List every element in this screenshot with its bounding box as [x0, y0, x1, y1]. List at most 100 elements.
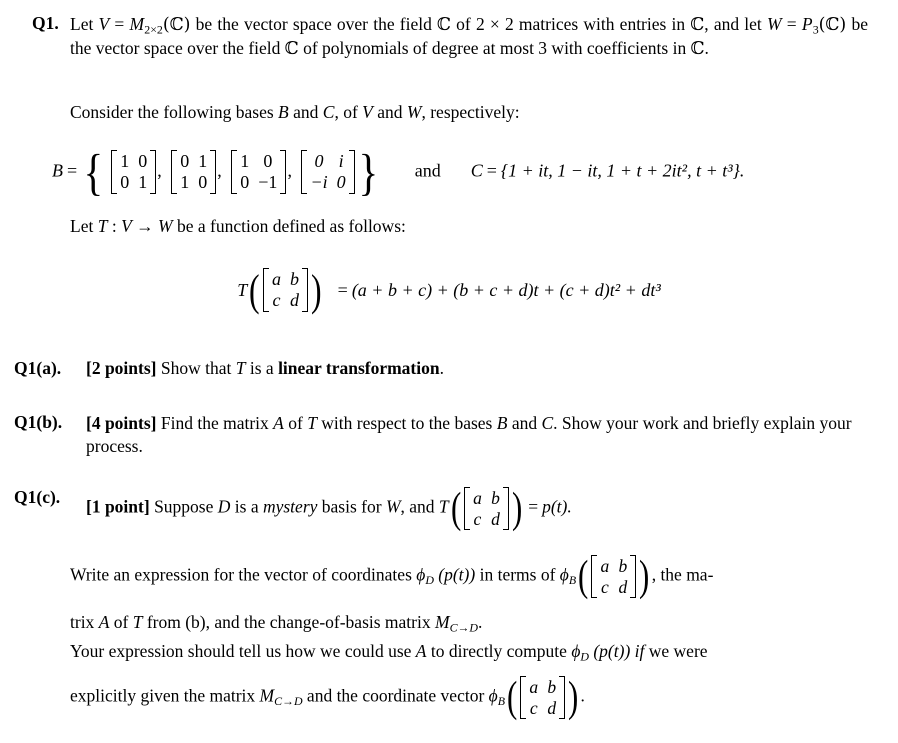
matrix-cell: 1	[240, 151, 250, 171]
transformation-input-matrix: abcd	[262, 268, 308, 313]
qc-p4-matrix: abcd	[520, 676, 566, 720]
arrow-icon: →	[131, 216, 159, 236]
symbol-complex-1: ℂ	[437, 15, 451, 35]
basis-matrix-swap: 0110	[171, 150, 217, 195]
matrix-cell: −1	[258, 172, 278, 193]
symbol-W-2: W	[406, 102, 422, 122]
basis-B-equals: =	[67, 160, 78, 181]
bracket-right	[559, 676, 566, 720]
q1-text-segment-3: of 2 × 2 matrices with entries in	[450, 14, 691, 34]
qc-p1-matrix: abcd	[591, 555, 637, 599]
consider-bases-paragraph: Consider the following bases B and C, of…	[70, 102, 520, 123]
q1c-paragraph-2: trix A of T from (b), and the change-of-…	[70, 612, 870, 633]
q1b-text-1: Find the matrix	[156, 413, 274, 433]
q1b-text-of: of	[283, 413, 308, 433]
matrix-cell: 1	[138, 172, 148, 193]
matrix-cell: 0	[263, 151, 273, 171]
q1c-points: [1 point]	[86, 496, 150, 517]
matrix-cell: a	[529, 677, 539, 697]
qc-p4-text-1: explicitly given the matrix	[70, 685, 260, 706]
qc-p2-text-3: from (b), and the change-of-basis matrix	[142, 612, 435, 632]
q1-text-segment-1: Let	[70, 14, 99, 34]
equals-2: =	[781, 14, 802, 34]
basis-C-set: {1 + it, 1 − it, 1 + t + 2it², t + t³}.	[500, 160, 745, 181]
symbol-M: M	[129, 14, 145, 34]
let-t-text-1: Let	[70, 216, 98, 236]
qc-p3-if-word: if	[630, 641, 645, 661]
consider-text-1: Consider the following bases	[70, 102, 279, 122]
symbol-M-change-basis-2: M	[259, 685, 275, 706]
matrix-cell: b	[618, 556, 628, 576]
q1c-equals: =	[528, 496, 539, 517]
symbol-A-2: A	[98, 612, 110, 632]
question-q1-block: Q1. Let V = M2×2(ℂ) be the vector space …	[32, 13, 868, 61]
matrix-cell: 0	[314, 151, 324, 171]
question-q1-statement: Let V = M2×2(ℂ) be the vector space over…	[70, 13, 868, 61]
qc-p3-text-1: Your expression should tell us how we co…	[70, 641, 416, 661]
matrix-cell: i	[338, 151, 344, 171]
transformation-equals: =	[337, 279, 348, 300]
q1b-points: [4 points]	[86, 413, 157, 433]
q1b-and: and	[507, 413, 542, 433]
matrix-cell: 0	[138, 151, 148, 171]
comma-3: ,	[287, 160, 292, 181]
matrix-cell: 0	[336, 172, 346, 193]
symbol-D: D	[217, 496, 231, 517]
basis-B-label: B	[52, 160, 63, 181]
symbol-M-subscript-cd-2: C→D	[274, 693, 303, 708]
q1c-paragraph-3: Your expression should tell us how we co…	[70, 641, 870, 662]
matrix-cell: b	[547, 677, 557, 697]
qc-p1-text-3: , the ma-	[651, 564, 714, 585]
q1b-text-2: with respect to the bases	[316, 413, 497, 433]
symbol-pt-2: (p(t))	[588, 641, 631, 661]
q1a-statement: [2 points] Show that T is a linear trans…	[86, 358, 874, 379]
basis-matrix-pauli-z: 1 0 0 −1	[231, 150, 287, 195]
matrix-cell: c	[473, 508, 482, 529]
q1c-text-is: is a	[230, 496, 263, 517]
qc-p3-text-2: to directly compute	[426, 641, 572, 661]
bracket-right	[502, 487, 509, 531]
q1a-label: Q1(a).	[14, 358, 62, 378]
q1-text-segment-7: .	[704, 37, 709, 58]
question-q1a-block: Q1(a). [2 points] Show that T is a linea…	[14, 358, 874, 379]
let-t-paragraph: Let T : V → W be a function defined as f…	[70, 216, 406, 237]
symbol-complex-3: ℂ	[284, 38, 299, 59]
qc-p2-text-2: of	[109, 612, 133, 632]
q1b-statement: [4 points] Find the matrix A of T with r…	[86, 412, 872, 459]
and-word: and	[414, 160, 441, 181]
bracket-right	[210, 150, 217, 195]
symbol-W-4: W	[385, 496, 401, 517]
matrix-cell: d	[491, 508, 500, 529]
q1a-text-2: is a	[245, 358, 279, 378]
matrix-cell: 0	[240, 172, 250, 193]
q1c-label: Q1(c).	[14, 487, 61, 507]
symbol-B: B	[278, 102, 289, 122]
matrix-cell: 1	[198, 151, 208, 171]
basis-C-equals: =	[486, 160, 497, 181]
symbol-M-change-basis: M	[435, 612, 450, 632]
symbol-pt-1: (p(t))	[433, 564, 476, 585]
matrix-cell: 0	[120, 172, 130, 193]
symbol-V: V	[98, 14, 110, 34]
basis-matrix-pauli-y: 0 i −i 0	[301, 150, 355, 195]
matrix-cell: 0	[180, 151, 190, 171]
symbol-T-4: T	[307, 413, 317, 433]
q1a-text-1: Show that	[156, 358, 236, 378]
transformation-rhs: (a + b + c) + (b + c + d)t + (c + d)t² +…	[351, 279, 661, 300]
qc-p4-text-2: and the coordinate vector	[302, 685, 489, 706]
q1a-points: [2 points]	[86, 358, 157, 378]
comma-1: ,	[157, 160, 162, 181]
symbol-A-3: A	[415, 641, 427, 661]
symbol-V-3: V	[121, 216, 132, 236]
consider-text-4: and	[372, 102, 407, 122]
symbol-M-subscript: 2×2	[144, 22, 163, 37]
matrix-cell: b	[491, 488, 500, 508]
qc-p2-text-1: trix	[70, 612, 99, 632]
qc-p3-text-3: we were	[644, 641, 708, 661]
symbol-phi-B-subscript-2: B	[497, 693, 505, 708]
symbol-P: P	[801, 14, 813, 34]
matrix-cell: a	[473, 488, 482, 508]
symbol-phi-D-subscript-2: D	[580, 649, 589, 664]
bracket-right	[280, 150, 287, 195]
bases-equation: B ={ 1001 , 0110 , 1 0 0 −1 , 0 i −i 0}…	[52, 143, 745, 201]
